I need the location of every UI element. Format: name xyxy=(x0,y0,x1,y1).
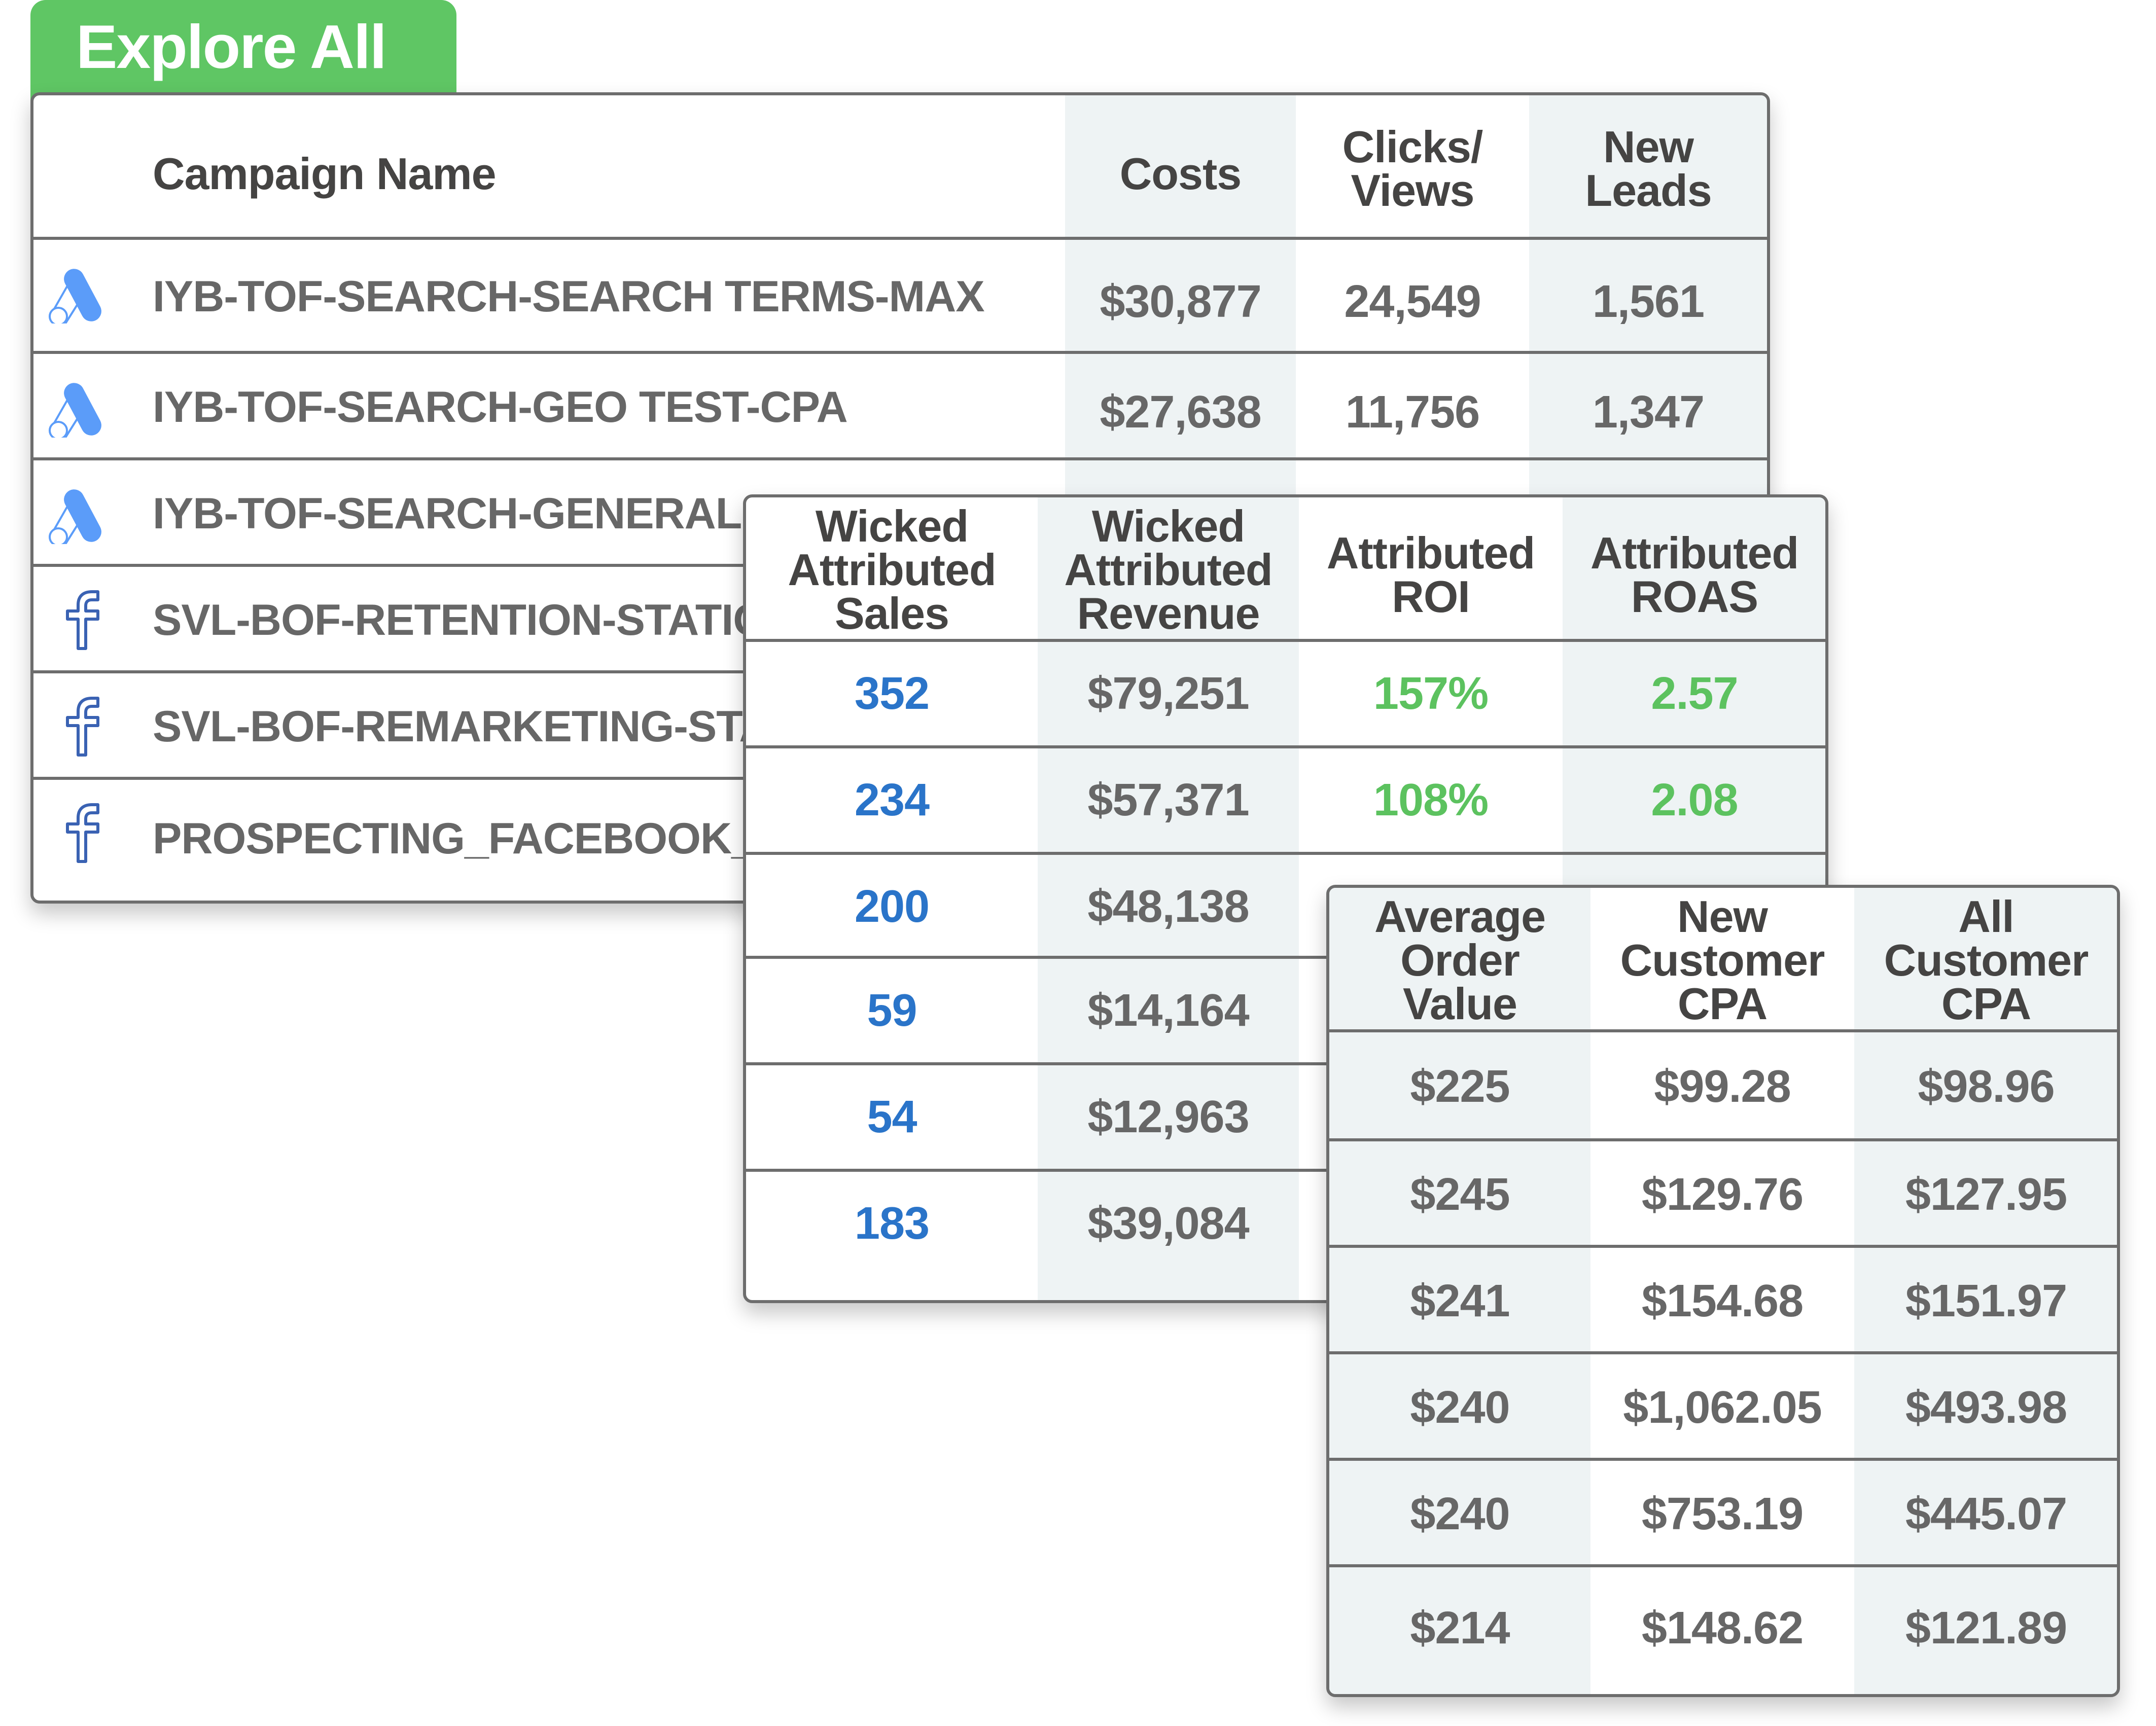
new-customer-cpa: $753.19 xyxy=(1641,1488,1804,1539)
attributed-sales[interactable]: 200 xyxy=(746,855,1038,959)
campaign-name[interactable]: IYB-TOF-SEARCH-GENERAL-CPA xyxy=(153,460,843,567)
attributed-roas: 2.08 xyxy=(1651,775,1738,825)
attributed-roi: 157% xyxy=(1373,668,1489,719)
attribution-row: 234 $57,371 108% 2.08 xyxy=(746,748,1825,852)
attributed-revenue: $39,084 xyxy=(1087,1198,1249,1249)
average-order-value: $240 xyxy=(1410,1488,1510,1539)
new-customer-cpa: $1,062.05 xyxy=(1623,1382,1822,1433)
google-ads-icon xyxy=(46,488,107,547)
campaign-new-leads: 1,347 xyxy=(1592,386,1705,438)
average-order-value: $214 xyxy=(1410,1602,1510,1653)
attributed-revenue: $14,164 xyxy=(1087,985,1249,1036)
attributed-revenue: $79,251 xyxy=(1087,668,1249,719)
attribution-row: 352 $79,251 157% 2.57 xyxy=(746,642,1825,746)
average-order-value: $225 xyxy=(1410,1061,1510,1112)
new-customer-cpa: $99.28 xyxy=(1654,1061,1791,1112)
explore-all-tab[interactable]: Explore All xyxy=(30,0,456,101)
cpa-row: $214 $148.62 $121.89 xyxy=(1329,1567,2117,1689)
campaign-clicks-views: 11,756 xyxy=(1345,386,1480,438)
campaign-clicks-views: 24,549 xyxy=(1344,276,1481,327)
facebook-icon xyxy=(61,590,102,653)
new-customer-cpa: $154.68 xyxy=(1641,1275,1804,1326)
facebook-icon xyxy=(61,803,102,866)
header-campaign-name[interactable]: Campaign Name xyxy=(153,116,497,232)
campaign-name[interactable]: SVL-BOF-REMARKETING-STATIC xyxy=(153,673,836,780)
all-customer-cpa: $151.97 xyxy=(1905,1275,2067,1326)
header-costs[interactable]: Costs xyxy=(1065,116,1296,232)
campaign-row[interactable]: IYB-TOF-SEARCH-SEARCH TERMS-MAX $30,877 24… xyxy=(33,240,1767,354)
header-clicks-views[interactable]: Clicks/ Views xyxy=(1296,105,1529,232)
campaign-row[interactable]: IYB-TOF-SEARCH-GEO TEST-CPA $27,638 11,756… xyxy=(33,354,1767,460)
google-ads-icon xyxy=(46,268,107,326)
new-customer-cpa: $129.76 xyxy=(1641,1169,1804,1220)
facebook-icon xyxy=(61,696,102,760)
attributed-sales[interactable]: 59 xyxy=(746,959,1038,1063)
attributed-revenue: $57,371 xyxy=(1087,775,1249,825)
all-customer-cpa: $493.98 xyxy=(1905,1382,2067,1433)
attributed-sales[interactable]: 54 xyxy=(746,1065,1038,1169)
cpa-row: $225 $99.28 $98.96 xyxy=(1329,1032,2117,1141)
header-new-customer-cpa[interactable]: New Customer CPA xyxy=(1591,888,1854,1032)
header-attributed-roi[interactable]: Attributed ROI xyxy=(1299,508,1563,642)
attributed-sales[interactable]: 183 xyxy=(746,1172,1038,1276)
campaign-name[interactable]: SVL-BOF-RETENTION-STATIC xyxy=(153,567,764,673)
header-all-customer-cpa[interactable]: All Customer CPA xyxy=(1854,888,2117,1032)
all-customer-cpa: $445.07 xyxy=(1905,1488,2067,1539)
cpa-row: $240 $1,062.05 $493.98 xyxy=(1329,1354,2117,1461)
campaign-costs: $30,877 xyxy=(1100,276,1261,327)
explore-all-label: Explore All xyxy=(76,12,387,81)
header-attributed-sales[interactable]: Wicked Attributed Sales xyxy=(746,497,1038,642)
attributed-roi: 108% xyxy=(1373,775,1489,825)
attributed-revenue: $12,963 xyxy=(1087,1092,1249,1142)
average-order-value: $241 xyxy=(1410,1275,1510,1326)
header-attributed-revenue[interactable]: Wicked Attributed Revenue xyxy=(1038,497,1299,642)
all-customer-cpa: $127.95 xyxy=(1905,1169,2067,1220)
cpa-row: $245 $129.76 $127.95 xyxy=(1329,1141,2117,1248)
all-customer-cpa: $121.89 xyxy=(1905,1602,2067,1653)
attributed-sales[interactable]: 234 xyxy=(746,748,1038,852)
header-new-leads[interactable]: New Leads xyxy=(1529,105,1767,232)
campaign-name[interactable]: IYB-TOF-SEARCH-SEARCH TERMS-MAX xyxy=(153,240,985,354)
campaign-costs: $27,638 xyxy=(1100,386,1261,438)
campaign-name[interactable]: IYB-TOF-SEARCH-GEO TEST-CPA xyxy=(153,354,848,460)
google-ads-icon xyxy=(46,382,107,440)
attributed-revenue: $48,138 xyxy=(1087,881,1249,932)
average-order-value: $240 xyxy=(1410,1382,1510,1433)
header-attributed-roas[interactable]: Attributed ROAS xyxy=(1563,508,1825,642)
attributed-roas: 2.57 xyxy=(1651,668,1738,719)
average-order-value: $245 xyxy=(1410,1169,1510,1220)
cpa-table: Average Order Value New Customer CPA All… xyxy=(1326,885,2120,1697)
cpa-row: $240 $753.19 $445.07 xyxy=(1329,1461,2117,1567)
campaign-new-leads: 1,561 xyxy=(1592,276,1705,327)
header-average-order-value[interactable]: Average Order Value xyxy=(1329,888,1591,1032)
attributed-sales[interactable]: 352 xyxy=(746,642,1038,746)
cpa-row: $241 $154.68 $151.97 xyxy=(1329,1248,2117,1354)
all-customer-cpa: $98.96 xyxy=(1918,1061,2055,1112)
new-customer-cpa: $148.62 xyxy=(1641,1602,1804,1653)
